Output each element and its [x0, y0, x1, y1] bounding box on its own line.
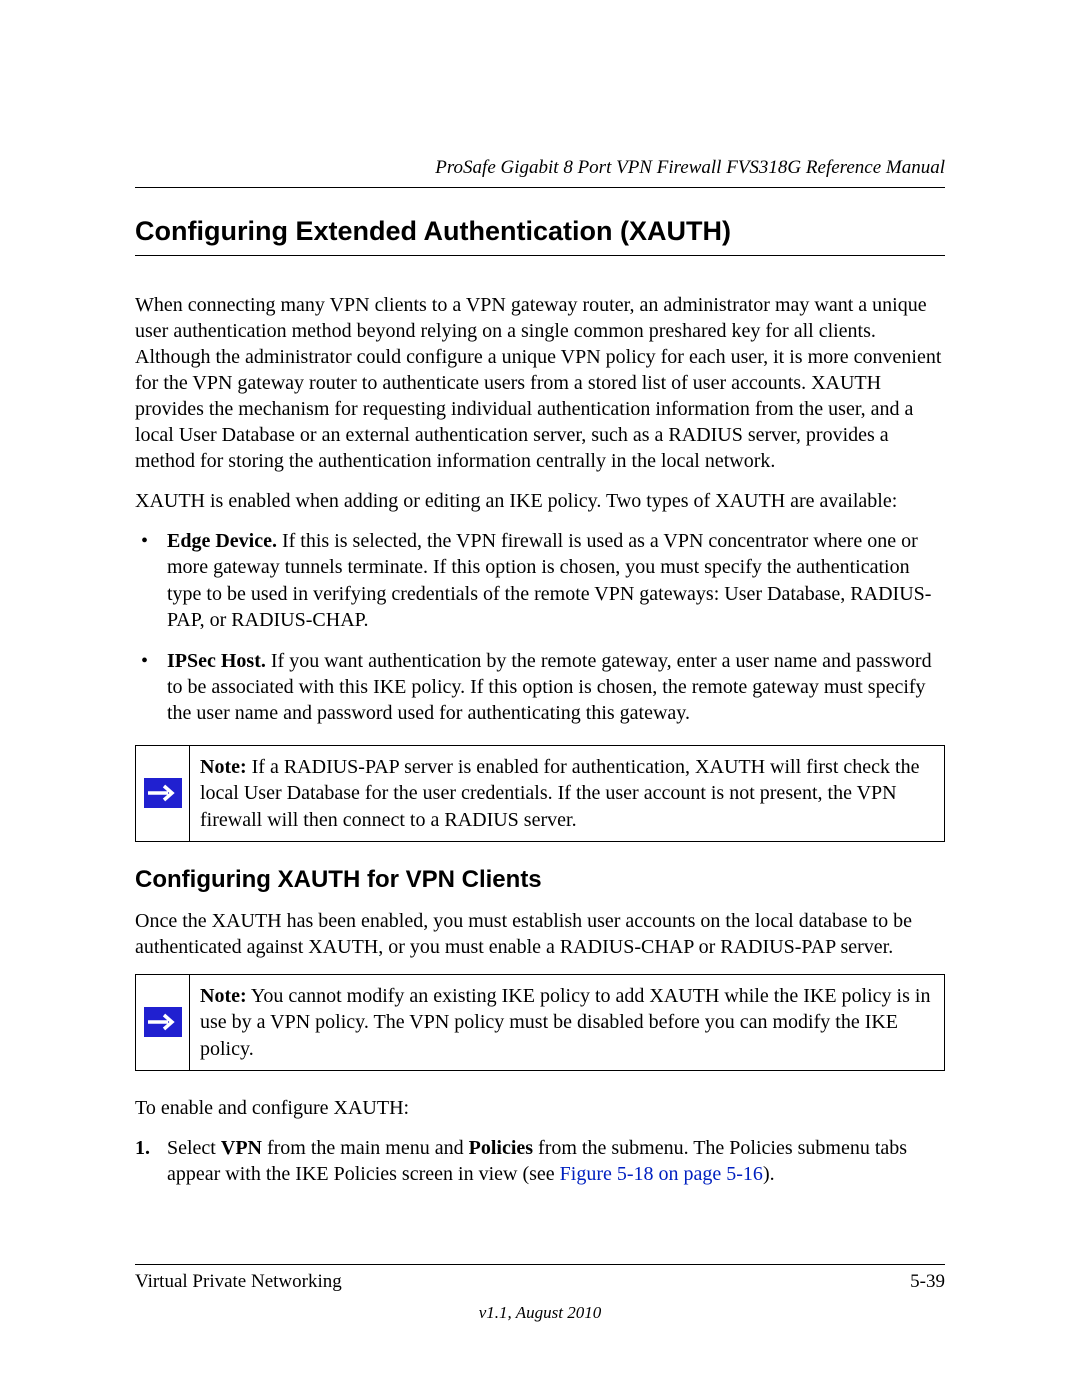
step-bold: Policies: [469, 1137, 533, 1159]
bullet-lead: Edge Device.: [167, 530, 277, 552]
note-box: Note: If a RADIUS-PAP server is enabled …: [135, 745, 945, 842]
note-lead: Note:: [200, 985, 247, 1007]
document-page: ProSafe Gigabit 8 Port VPN Firewall FVS3…: [0, 0, 1080, 1188]
footer-row: Virtual Private Networking 5-39: [135, 1271, 945, 1293]
bullet-list: Edge Device. If this is selected, the VP…: [135, 528, 945, 727]
note-text: Note: You cannot modify an existing IKE …: [190, 975, 944, 1070]
footer-page-number: 5-39: [910, 1271, 945, 1293]
running-header: ProSafe Gigabit 8 Port VPN Firewall FVS3…: [135, 157, 945, 179]
step-text: ).: [763, 1163, 775, 1185]
heading-2: Configuring XAUTH for VPN Clients: [135, 866, 945, 894]
footer-left: Virtual Private Networking: [135, 1271, 342, 1293]
cross-reference-link[interactable]: Figure 5-18 on page 5-16: [560, 1163, 763, 1185]
list-item: 1. Select VPN from the main menu and Pol…: [135, 1135, 945, 1188]
bullet-text: If you want authentication by the remote…: [167, 650, 932, 725]
numbered-list: 1. Select VPN from the main menu and Pol…: [135, 1135, 945, 1188]
paragraph: Once the XAUTH has been enabled, you mus…: [135, 908, 945, 960]
arrow-right-icon: [144, 778, 182, 808]
page-footer: Virtual Private Networking 5-39 v1.1, Au…: [135, 1264, 945, 1323]
note-text: Note: If a RADIUS-PAP server is enabled …: [190, 746, 944, 841]
step-number: 1.: [135, 1135, 150, 1161]
section-rule: [135, 255, 945, 256]
paragraph: When connecting many VPN clients to a VP…: [135, 292, 945, 474]
step-text: Select: [167, 1137, 221, 1159]
note-body: If a RADIUS-PAP server is enabled for au…: [200, 756, 919, 831]
header-rule: [135, 187, 945, 188]
bullet-lead: IPSec Host.: [167, 650, 266, 672]
arrow-right-icon: [144, 1007, 182, 1037]
note-icon-cell: [136, 746, 190, 841]
note-icon-cell: [136, 975, 190, 1070]
footer-version: v1.1, August 2010: [135, 1303, 945, 1323]
heading-1: Configuring Extended Authentication (XAU…: [135, 216, 945, 247]
step-bold: VPN: [221, 1137, 262, 1159]
paragraph: To enable and configure XAUTH:: [135, 1095, 945, 1121]
note-body: You cannot modify an existing IKE policy…: [200, 985, 930, 1060]
note-lead: Note:: [200, 756, 247, 778]
list-item: Edge Device. If this is selected, the VP…: [135, 528, 945, 634]
paragraph: XAUTH is enabled when adding or editing …: [135, 488, 945, 514]
list-item: IPSec Host. If you want authentication b…: [135, 648, 945, 727]
footer-rule: [135, 1264, 945, 1265]
bullet-text: If this is selected, the VPN firewall is…: [167, 530, 931, 631]
note-box: Note: You cannot modify an existing IKE …: [135, 974, 945, 1071]
step-text: from the main menu and: [262, 1137, 469, 1159]
